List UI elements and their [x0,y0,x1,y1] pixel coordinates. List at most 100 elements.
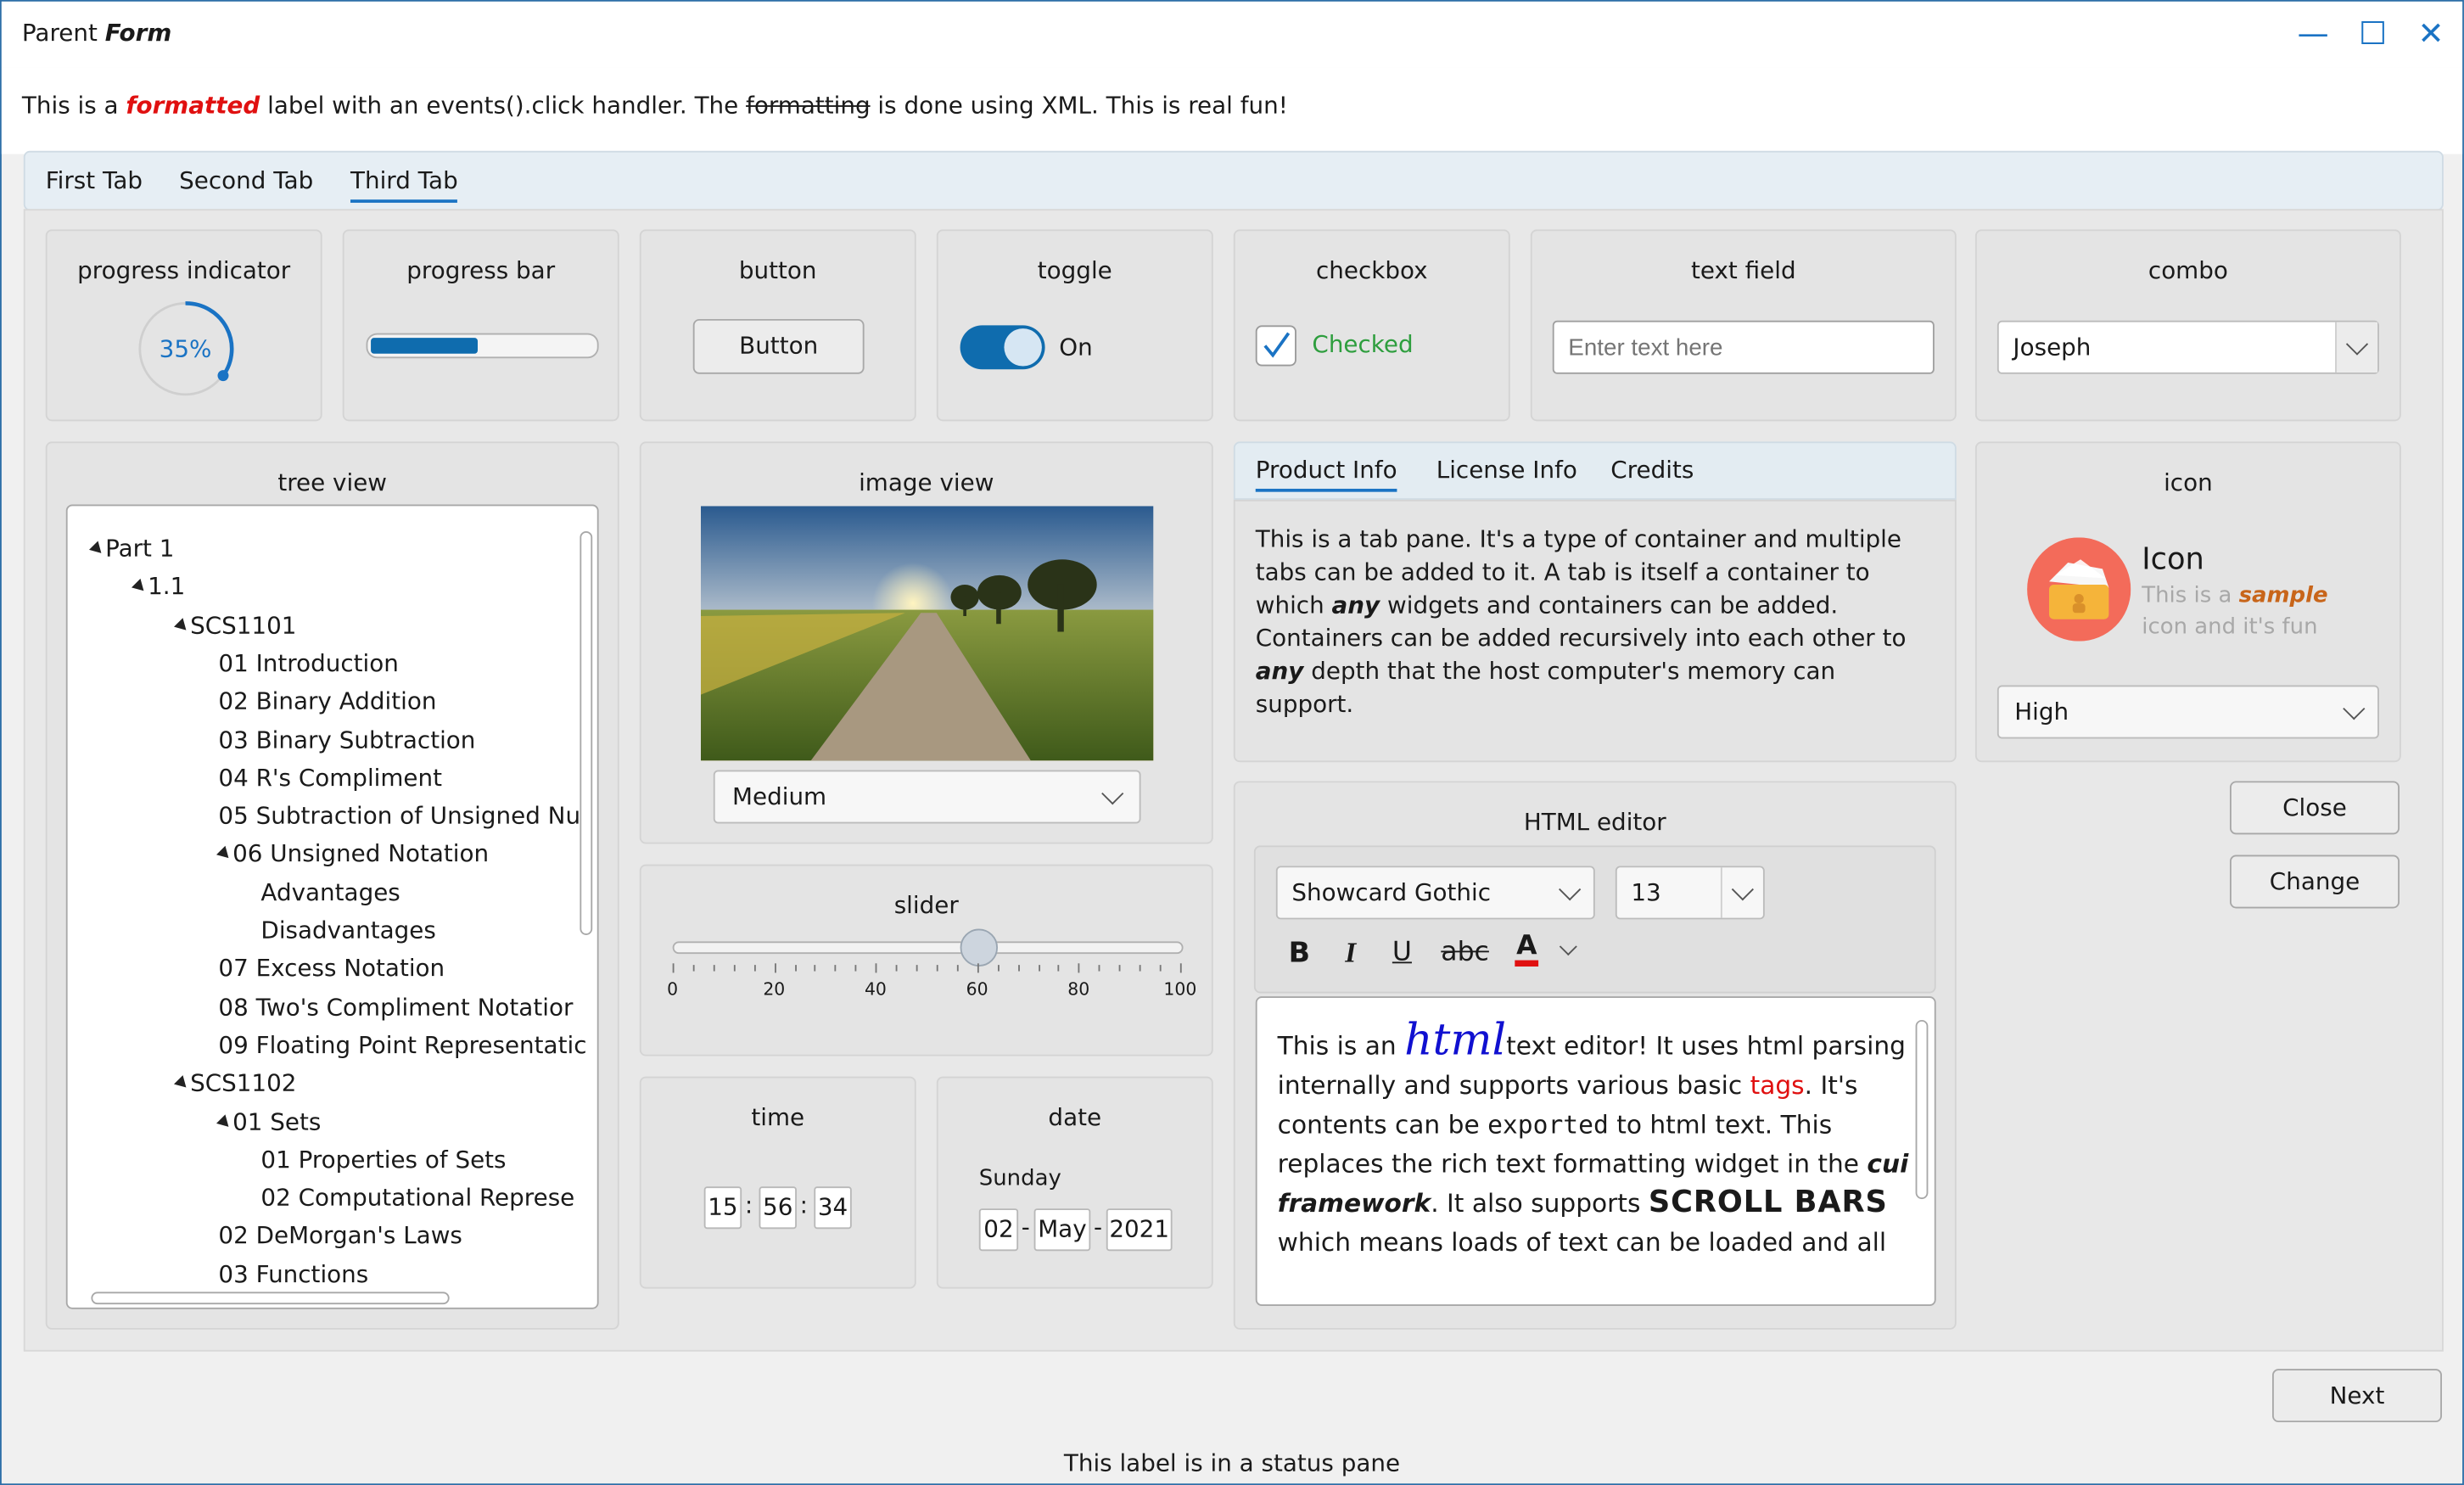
progress-indicator-card: progress indicator 35% [45,229,322,422]
tree-item-label: 05 Subtraction of Unsigned Nu [218,801,581,831]
tree-item[interactable]: Advantages [260,878,400,906]
tree-item[interactable]: 07 Excess Notation [218,955,445,983]
button-card-title: button [738,255,817,285]
slider-tick-mark [713,965,715,972]
tree-item[interactable]: 03 Binary Subtraction [218,726,475,754]
editor-text-area[interactable]: This is an htmltext editor! It uses html… [1255,996,1936,1307]
tab-content: progress indicator 35% progress bar butt… [23,209,2444,1352]
tab-first[interactable]: First Tab [46,166,143,194]
italic-button[interactable]: I [1345,937,1356,970]
chevron-down-icon [1101,782,1124,805]
tab-third[interactable]: Third Tab [350,166,458,203]
slider-track[interactable] [672,941,1184,955]
check-icon [1263,332,1291,358]
tree-item[interactable]: 02 Binary Addition [218,687,436,715]
font-color-button[interactable]: A [1515,932,1539,967]
minimize-icon[interactable]: — [2294,14,2332,52]
size-combo[interactable]: 13 [1615,866,1765,920]
combo-dropdown-button[interactable] [2335,322,2378,373]
tab-license-info[interactable]: License Info [1436,456,1577,484]
second-field[interactable]: 34 [814,1186,852,1230]
tree-item-label: 07 Excess Notation [218,954,445,983]
tree-item[interactable]: SCS1102 [174,1069,296,1097]
expand-triangle-icon[interactable] [216,1113,233,1131]
close-icon[interactable]: ✕ [2412,14,2450,52]
tree-item-label: 03 Functions [218,1259,369,1289]
underline-button[interactable]: U [1392,937,1412,968]
hour-field[interactable]: 15 [703,1186,742,1230]
icon-line1: This is a sample [2142,583,2328,608]
name-combo[interactable]: Joseph [1996,320,2379,374]
strikethrough-button[interactable]: abc [1441,937,1489,968]
text-field-card: text field [1530,229,1957,422]
year-field[interactable]: 2021 [1106,1208,1173,1252]
date-title: date [1048,1103,1102,1132]
tree-view[interactable]: Part 1 1.1 SCS1101 01 Introduction 02 Binary… [65,504,599,1309]
change-button[interactable]: Change [2229,855,2400,909]
expand-triangle-icon[interactable] [132,579,148,597]
combo-card: combo Joseph [1974,229,2401,422]
combo-title: combo [2148,255,2228,285]
tree-horizontal-scrollbar[interactable] [91,1292,450,1305]
icon-heading: Icon [2142,541,2204,577]
tab-credits[interactable]: Credits [1610,456,1694,484]
tree-item-label: 1.1 [148,572,186,602]
tree-item[interactable]: 08 Two's Compliment Notatior [218,993,573,1021]
tree-item[interactable]: 03 Functions [218,1260,368,1288]
slider-tick-mark [895,965,898,972]
priority-combo[interactable]: High [1996,685,2379,739]
expand-triangle-icon[interactable] [89,541,106,558]
tree-item[interactable]: 09 Floating Point Representatic [218,1031,586,1059]
slider-thumb[interactable] [960,928,998,967]
chevron-down-icon[interactable] [1559,938,1577,956]
slider-card: slider 0 20 40 60 80 100 [639,864,1213,1056]
month-field[interactable]: May [1033,1208,1091,1252]
tree-item[interactable]: Part 1 [89,535,174,563]
progress-bar-track [366,333,599,359]
tree-item-label: Disadvantages [260,916,436,945]
minute-field[interactable]: 56 [759,1186,797,1230]
day-field[interactable]: 02 [978,1208,1019,1252]
next-button[interactable]: Next [2271,1369,2443,1423]
demo-button[interactable]: Button [692,318,865,374]
formatted-label[interactable]: This is a formatted label with an events… [22,91,1288,119]
tree-item[interactable]: Disadvantages [260,916,435,944]
tree-item[interactable]: 02 Computational Represe [260,1184,574,1212]
tree-item[interactable]: 01 Introduction [218,649,398,677]
slider-tick-label: 60 [966,978,988,1000]
slider-tick-label: 40 [864,978,887,1000]
expand-triangle-icon[interactable] [174,1075,191,1093]
tree-vertical-scrollbar[interactable] [580,530,593,935]
tree-item[interactable]: 02 DeMorgan's Laws [218,1222,462,1250]
slider-tick-label: 80 [1067,978,1090,1000]
text-input[interactable] [1552,320,1935,374]
slider-tick-label: 0 [667,978,679,1000]
tab-pane-content: This is a tab pane. It's a type of conta… [1233,499,1957,763]
editor-vertical-scrollbar[interactable] [1915,1019,1929,1200]
expand-triangle-icon[interactable] [216,846,233,864]
maximize-icon[interactable]: ☐ [2354,14,2391,52]
tree-item[interactable]: 04 R's Compliment [218,764,442,792]
tree-item[interactable]: 06 Unsigned Notation [216,840,489,868]
slider-tick-label: 100 [1163,978,1197,1000]
slider-tick-mark [835,965,837,972]
font-combo[interactable]: Showcard Gothic [1275,866,1595,920]
progress-indicator-value: 35% [159,334,212,363]
checkbox-box[interactable] [1255,325,1296,367]
expand-triangle-icon[interactable] [174,617,191,635]
text-field-title: text field [1690,255,1796,285]
tree-item[interactable]: 1.1 [132,572,186,602]
tree-item[interactable]: 01 Sets [216,1107,321,1135]
tab-second[interactable]: Second Tab [179,166,313,194]
bold-button[interactable]: B [1289,937,1310,970]
date-separator: - [1093,1213,1103,1242]
slider-tick-mark [854,965,857,972]
tab-product-info[interactable]: Product Info [1255,456,1397,492]
tree-item-label: 09 Floating Point Representatic [218,1030,587,1060]
tree-item[interactable]: 01 Properties of Sets [260,1146,506,1174]
tree-item[interactable]: 05 Subtraction of Unsigned Nu [218,802,580,830]
tree-item[interactable]: SCS1101 [174,611,296,639]
close-button[interactable]: Close [2229,781,2400,835]
toggle-switch[interactable] [960,325,1045,370]
image-size-combo[interactable]: Medium [713,770,1141,824]
